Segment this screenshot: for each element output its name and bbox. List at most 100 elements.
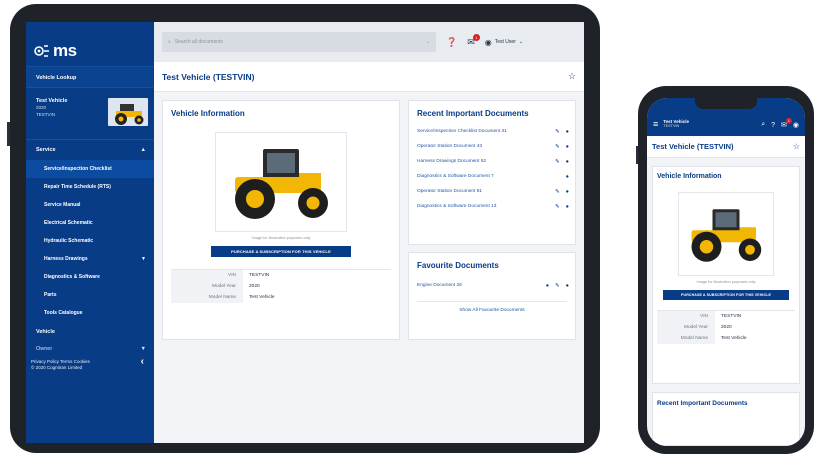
edit-icon[interactable]: ✎ [555,283,560,289]
document-link[interactable]: Diagnostics & Software Document 7 [417,174,494,179]
download-icon[interactable]: ● [566,144,569,150]
document-link[interactable]: Harness Drawings Document 52 [417,159,486,164]
sidebar-vehicle-vin: TESTVIN [36,112,56,117]
document-row[interactable]: Operator Station Document 43 ✎ ● [409,139,575,154]
nav-item-label: Hydraulic Schematic [44,238,94,244]
download-icon[interactable]: ● [566,283,569,289]
spec-key: VIN [171,270,243,281]
spec-value: Test Vehicle [249,295,275,300]
search-icon[interactable]: ⌕ [761,121,765,129]
sidebar-vehicle-thumbnail [108,98,148,126]
document-link[interactable]: Service/Inspection Checklist Document 31 [417,129,527,134]
hamburger-menu-icon[interactable]: ≡ [653,119,658,129]
spec-row: VIN TESTVIN [657,311,795,322]
nav-item-parts[interactable]: Parts [26,286,154,304]
nav-section-vehicle[interactable]: Vehicle [26,322,154,342]
document-row[interactable]: Harness Drawings Document 52 ✎ ● [409,154,575,169]
chevron-down-icon[interactable]: ⌄ [426,39,430,45]
chevron-down-icon: ▼ [141,256,146,262]
nav-item-label: Repair Time Schedule (RTS) [44,184,111,190]
nav-item-hydraulic-schematic[interactable]: Hydraulic Schematic [26,232,154,250]
nav-item-service-manual[interactable]: Service Manual [26,196,154,214]
purchase-subscription-button[interactable]: PURCHASE A SUBSCRIPTION FOR THIS VEHICLE [211,246,351,257]
phone-vehicle-information-card: Vehicle Information Image for illustrati… [652,166,800,384]
vehicle-lookup-link[interactable]: Vehicle Lookup [26,66,154,88]
nav-item-label: Tools Catalogue [44,310,83,316]
download-icon[interactable]: ● [566,174,569,180]
nav-item-service-checklist[interactable]: Service/Inspection Checklist [26,160,154,178]
favourite-icon[interactable]: ● [546,283,549,289]
spec-key: VIN [657,311,715,322]
tablet-volume-button [7,122,10,146]
document-row[interactable]: Diagnostics & Software Document 13 ✎ ● [409,199,575,214]
page-title: Test Vehicle (TESTVIN) [162,71,255,82]
phone-page-title: Test Vehicle (TESTVIN) [652,142,734,151]
document-link[interactable]: Engine Document 26 [417,283,462,288]
sidebar-footer: Privacy Policy Terms Cookies © 2020 Cogn… [31,359,90,371]
nav-section-owner[interactable]: Owner ▼ [26,342,154,356]
document-link[interactable]: Operator Station Document 81 [417,189,482,194]
spec-row: Model Year 2020 [657,322,795,333]
download-icon[interactable]: ● [566,204,569,210]
nav-section-vehicle-label: Vehicle [36,329,55,335]
phone-purchase-subscription-button[interactable]: PURCHASE A SUBSCRIPTION FOR THIS VEHICLE [663,290,789,300]
favourite-star-icon[interactable]: ☆ [793,142,800,151]
vehicle-spec-table: VIN TESTVIN Model Year 2020 Model Name Test… [171,269,391,303]
document-link[interactable]: Diagnostics & Software Document 13 [417,204,496,209]
download-icon[interactable]: ● [566,189,569,195]
search-placeholder: Search all documents [174,39,223,45]
user-menu[interactable]: ◉ Test User ⌄ [485,38,523,47]
phone-notch [695,98,757,109]
nav-section-owner-label: Owner [36,346,53,352]
edit-icon[interactable]: ✎ [555,189,560,195]
nav-item-diagnostics-software[interactable]: Diagnostics & Software [26,268,154,286]
nav-item-repair-time-schedule[interactable]: Repair Time Schedule (RTS) [26,178,154,196]
user-name: Test User [494,39,516,45]
notification-badge: 1 [472,33,480,41]
phone-device: ≡ Test Vehicle TESTVIN ⌕ ? ✉ 1 ◉ Test Veh… [636,86,814,454]
document-row[interactable]: Operator Station Document 81 ✎ ● [409,184,575,199]
spec-value: TESTVIN [249,273,270,278]
help-icon[interactable]: ? [771,122,775,129]
help-icon[interactable]: ❓ [446,37,457,48]
nav-section-service[interactable]: Service ▲ [26,140,154,160]
document-row[interactable]: Service/Inspection Checklist Document 31… [409,124,575,139]
download-icon[interactable]: ● [566,159,569,165]
collapse-sidebar-icon[interactable]: ‹ [141,356,144,367]
spec-value: Test Vehicle [721,336,747,341]
nav-item-harness-drawings[interactable]: Harness Drawings ▼ [26,250,154,268]
phone-screen: ≡ Test Vehicle TESTVIN ⌕ ? ✉ 1 ◉ Test Veh… [647,98,805,446]
nav-item-tools-catalogue[interactable]: Tools Catalogue [26,304,154,322]
spec-value: 2020 [249,284,260,289]
spec-key: Model Name [171,292,243,303]
download-icon[interactable]: ● [566,129,569,135]
notifications-icon[interactable]: ✉ 1 [467,33,480,48]
show-all-favourites-link[interactable]: Show All Favourite Documents [417,301,567,313]
user-avatar-icon[interactable]: ◉ [793,121,799,129]
phone-header-icons: ⌕ ? ✉ 1 ◉ [761,118,799,129]
search-input[interactable]: ⌕ Search all documents ⌄ [162,32,436,52]
nav-item-electrical-schematic[interactable]: Electrical Schematic [26,214,154,232]
edit-icon[interactable]: ✎ [555,144,560,150]
spec-row: Model Name Test Vehicle [657,333,795,344]
logo-text: ms [53,41,77,60]
document-row[interactable]: Engine Document 26 ● ✎ ● [409,278,575,293]
favourite-star-icon[interactable]: ☆ [568,71,576,82]
spec-key: Model Name [657,333,715,344]
notifications-icon[interactable]: ✉ 1 [781,118,792,129]
edit-icon[interactable]: ✎ [555,129,560,135]
favourite-documents-card: Favourite Documents Engine Document 26 ● ✎… [408,252,576,340]
phone-side-button [636,146,638,164]
nav-item-label: Parts [44,292,57,298]
app-logo[interactable]: ms [26,22,154,66]
nav-item-label: Harness Drawings [44,256,88,262]
sidebar-vehicle-card[interactable]: Test Vehicle 2020 TESTVIN [26,88,154,140]
document-link[interactable]: Operator Station Document 43 [417,144,482,149]
chevron-down-icon: ▼ [140,346,146,352]
vehicle-image [215,132,347,232]
document-row[interactable]: Diagnostics & Software Document 7 ● [409,169,575,184]
tablet-device: ms Vehicle Lookup Test Vehicle 2020 TEST… [7,4,600,453]
edit-icon[interactable]: ✎ [555,204,560,210]
edit-icon[interactable]: ✎ [555,159,560,165]
favourite-documents-title: Favourite Documents [417,261,499,270]
